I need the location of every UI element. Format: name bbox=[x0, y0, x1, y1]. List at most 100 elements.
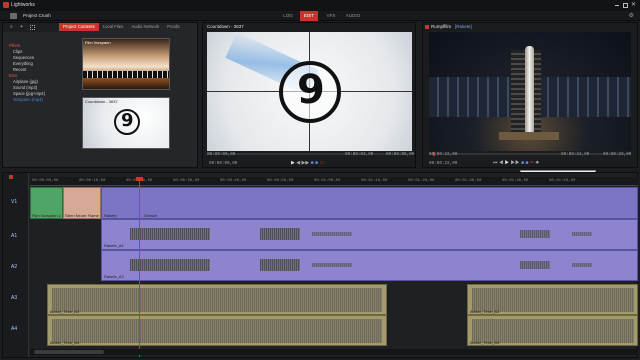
tab-audio[interactable]: AUDIO bbox=[343, 11, 363, 21]
step-forward-icon[interactable]: ▶▶ bbox=[302, 160, 310, 166]
lightworks-icon bbox=[10, 13, 17, 19]
tab-audio-network[interactable]: Audio Network bbox=[127, 23, 163, 31]
audio-clip-a3[interactable]: Action_Time_A3 bbox=[47, 284, 387, 315]
insert-icon[interactable]: ▭ bbox=[319, 160, 324, 166]
waveform bbox=[312, 232, 352, 236]
track-label-a1[interactable]: A1 bbox=[11, 233, 17, 239]
mark-in-icon[interactable]: ■ bbox=[311, 160, 314, 166]
content-tabs: Project Contents Local Files Audio Netwo… bbox=[59, 23, 199, 32]
viewer-title: Countdown - 3637 bbox=[207, 24, 244, 29]
launch-pad bbox=[499, 132, 559, 140]
waveform bbox=[52, 319, 382, 343]
tab-edit[interactable]: EDIT bbox=[300, 11, 318, 21]
clip-label: Action_Time_A3 bbox=[50, 309, 80, 314]
clip-label: Action_Time_A3 bbox=[470, 309, 500, 314]
search-icon[interactable]: ⌕ bbox=[10, 24, 13, 30]
video-clip-peach[interactable]: Stern Neuer Flame bbox=[63, 187, 101, 219]
maximize-icon[interactable] bbox=[623, 3, 628, 8]
nudge-forward-icon[interactable]: ▶▶ bbox=[511, 160, 520, 166]
step-back-icon[interactable]: ◀ bbox=[499, 160, 503, 166]
record-viewer: Rumpffilm [Rakete] 00:00:22,00 00:00:24,… bbox=[422, 22, 638, 168]
ruler-label: 00:01:40,00 bbox=[502, 179, 529, 183]
bin-item-selected[interactable]: Vorspann (mp4) bbox=[5, 97, 77, 103]
timecode-mid: 00:00:03,00 bbox=[345, 152, 374, 157]
mark-out-icon[interactable]: ■ bbox=[525, 160, 528, 166]
tab-project-contents[interactable]: Project Contents bbox=[59, 23, 99, 31]
audio-clip-a3-2[interactable]: Action_Time_A3 bbox=[467, 284, 638, 315]
rocket bbox=[525, 46, 534, 138]
audio-clip-a4[interactable]: Action_Time_A4 bbox=[47, 315, 387, 346]
minimize-icon[interactable] bbox=[615, 5, 619, 6]
timecode-end: 00:00:08,00 bbox=[386, 152, 415, 157]
mark-in-icon[interactable]: ■ bbox=[521, 160, 524, 166]
waveform bbox=[260, 228, 300, 240]
project-title[interactable]: Project Crush bbox=[23, 12, 51, 20]
scrub-bar[interactable] bbox=[207, 153, 412, 155]
ruler-label: 00:00:00,00 bbox=[32, 179, 59, 183]
ruler-label: 00:00:30,00 bbox=[173, 179, 200, 183]
settings-icon[interactable]: ⚙ bbox=[629, 12, 634, 19]
thumb-label: Film Vorspann bbox=[85, 40, 111, 45]
jump-start-icon[interactable]: ⏮ bbox=[493, 160, 498, 166]
thumb-label: Countdown - 3637 bbox=[85, 99, 118, 104]
content-panel: ⌕ + Project Contents Local Files Audio N… bbox=[2, 22, 198, 168]
countdown-digit: 9 bbox=[121, 110, 134, 131]
app-name: Lightworks bbox=[11, 2, 35, 8]
timeline-record-icon[interactable] bbox=[9, 175, 13, 179]
timeline-playhead[interactable] bbox=[139, 177, 140, 357]
track-label-a3[interactable]: A3 bbox=[11, 295, 17, 301]
clip-label: Film Vorspann 2 bbox=[32, 213, 61, 218]
waveform bbox=[130, 259, 210, 271]
waveform bbox=[520, 261, 550, 269]
track-label-v1[interactable]: V1 bbox=[11, 199, 17, 205]
audio-clip-a2[interactable]: Rakete_A2 bbox=[101, 250, 638, 281]
track-label-a4[interactable]: A4 bbox=[11, 326, 17, 332]
grid-view-icon[interactable] bbox=[30, 25, 35, 30]
clip-label: Stern Neuer Flame bbox=[65, 213, 99, 218]
title-bar: Lightworks ✕ bbox=[0, 0, 640, 11]
ruler-label: 00:00:10,00 bbox=[79, 179, 106, 183]
close-icon[interactable]: ✕ bbox=[631, 1, 636, 8]
timeline-ruler[interactable]: 00:00:00,00 00:00:10,00 00:00:20,00 00:0… bbox=[30, 177, 638, 186]
tab-local-files[interactable]: Local Files bbox=[99, 23, 128, 31]
app-logo-icon bbox=[3, 2, 9, 8]
waveform bbox=[520, 230, 550, 238]
clip-label: Rakete bbox=[104, 213, 117, 218]
thumb-countdown[interactable]: 9 Countdown - 3637 bbox=[82, 97, 170, 149]
transport-controls: ▶ ◀ ▶▶ ■ ■ ▭ bbox=[291, 160, 411, 168]
viewer-screen bbox=[429, 32, 631, 151]
video-clip-rakete[interactable]: Rakete Grenze bbox=[101, 187, 638, 219]
thumb-film-vorspann[interactable]: Film Vorspann bbox=[82, 38, 170, 90]
video-clip-green[interactable]: Film Vorspann 2 bbox=[30, 187, 63, 219]
clip-label: Action_Time_A4 bbox=[470, 340, 500, 345]
viewer-subtitle: [Rakete] bbox=[455, 24, 472, 29]
tab-log[interactable]: LOG bbox=[280, 11, 296, 21]
scrub-bar[interactable] bbox=[429, 153, 631, 155]
timecode-mid: 00:00:24,00 bbox=[561, 152, 590, 157]
scroll-thumb[interactable] bbox=[34, 350, 104, 354]
menu-bar: Project Crush bbox=[0, 11, 640, 21]
clip-label: Action_Time_A4 bbox=[50, 340, 80, 345]
audio-clip-a4-2[interactable]: Action_Time_A4 bbox=[467, 315, 638, 346]
mark-out-icon[interactable]: ■ bbox=[315, 160, 318, 166]
timeline-scrollbar[interactable] bbox=[30, 349, 638, 355]
play-icon[interactable]: ▶ bbox=[505, 160, 509, 166]
waveform bbox=[572, 232, 592, 236]
replace-icon[interactable]: ▭ bbox=[530, 160, 534, 166]
tab-vfx[interactable]: VFX bbox=[323, 11, 339, 21]
current-timecode: 00:00:00,00 bbox=[209, 161, 238, 166]
ruler-label: 00:01:50,00 bbox=[549, 179, 576, 183]
timecode-start: 00:00:00,00 bbox=[207, 152, 236, 157]
step-back-icon[interactable]: ◀ bbox=[296, 160, 300, 166]
ruler-label: 00:00:40,00 bbox=[220, 179, 247, 183]
settings-small-icon[interactable]: ✦ bbox=[535, 160, 539, 166]
track-label-a2[interactable]: A2 bbox=[11, 264, 17, 270]
timecode-end: 00:00:29,00 bbox=[603, 152, 632, 157]
play-icon[interactable]: ▶ bbox=[291, 160, 295, 166]
source-viewer: Countdown - 3637 9 00:00:00,00 00:00:03,… bbox=[202, 22, 416, 168]
audio-clip-a1[interactable]: Rakete_A1 bbox=[101, 219, 638, 250]
add-icon[interactable]: + bbox=[20, 24, 23, 30]
ruler-label: 00:01:10,00 bbox=[361, 179, 388, 183]
playhead-handle[interactable] bbox=[136, 177, 143, 181]
tab-pond5[interactable]: Pond5 bbox=[163, 23, 183, 31]
